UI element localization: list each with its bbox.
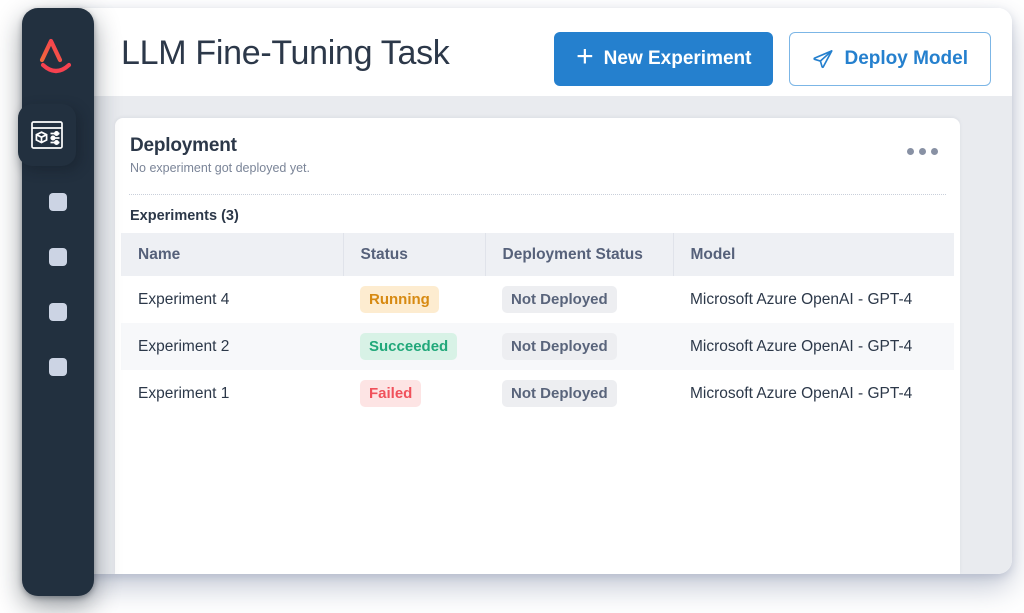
cell-name: Experiment 4 xyxy=(138,290,230,308)
status-badge: Running xyxy=(360,285,439,314)
paper-plane-icon xyxy=(812,48,834,70)
deployment-status-badge: Not Deployed xyxy=(502,379,617,408)
experiments-section-label: Experiments (3) xyxy=(130,208,239,224)
sidebar-item-4[interactable] xyxy=(49,358,67,376)
column-header-name[interactable]: Name xyxy=(121,233,344,276)
status-badge: Succeeded xyxy=(360,332,458,361)
table-body: Experiment 4 Running Not Deployed Micros… xyxy=(121,276,954,417)
sidebar-item-1[interactable] xyxy=(49,193,67,211)
table-row[interactable]: Experiment 4 Running Not Deployed Micros… xyxy=(121,276,954,323)
sidebar-item-2[interactable] xyxy=(49,248,67,266)
plus-icon: + xyxy=(576,40,594,73)
card-title: Deployment xyxy=(130,135,237,156)
table-header: Name Status Deployment Status Model xyxy=(121,233,954,276)
deploy-model-label: Deploy Model xyxy=(844,48,968,69)
sidebar-item-model-deployments[interactable] xyxy=(18,104,76,166)
cell-deployment-status: Not Deployed xyxy=(485,276,673,323)
deployment-status-badge: Not Deployed xyxy=(502,332,617,361)
sidebar-item-3[interactable] xyxy=(49,303,67,321)
cell-model: Microsoft Azure OpenAI - GPT-4 xyxy=(690,290,913,308)
deployment-status-badge: Not Deployed xyxy=(502,285,617,314)
cell-model: Microsoft Azure OpenAI - GPT-4 xyxy=(690,384,913,402)
ellipsis-icon[interactable] xyxy=(907,148,938,155)
cell-status: Succeeded xyxy=(343,323,485,370)
cell-status: Running xyxy=(343,276,485,323)
experiments-table: Name Status Deployment Status Model Expe… xyxy=(121,233,954,417)
new-experiment-label: New Experiment xyxy=(603,48,752,69)
app-window: LLM Fine-Tuning Task + New Experiment De… xyxy=(64,8,1012,574)
status-badge: Failed xyxy=(360,379,422,408)
table-header-row: Name Status Deployment Status Model xyxy=(121,233,954,276)
sidebar xyxy=(22,8,94,596)
app-root: LLM Fine-Tuning Task + New Experiment De… xyxy=(0,0,1024,613)
column-header-status[interactable]: Status xyxy=(343,233,486,276)
deploy-model-button[interactable]: Deploy Model xyxy=(789,32,991,86)
page-title: LLM Fine-Tuning Task xyxy=(121,34,450,72)
new-experiment-button[interactable]: + New Experiment xyxy=(554,32,774,86)
content-area: Deployment No experiment got deployed ye… xyxy=(64,96,1012,574)
card-header: Deployment No experiment got deployed ye… xyxy=(115,118,960,185)
app-logo xyxy=(22,26,94,88)
ellipsis-dot xyxy=(919,148,926,155)
card-subtitle: No experiment got deployed yet. xyxy=(130,161,310,175)
cell-deployment-status: Not Deployed xyxy=(485,370,673,417)
top-bar: LLM Fine-Tuning Task + New Experiment De… xyxy=(64,8,1012,96)
cell-name: Experiment 2 xyxy=(121,323,343,370)
window-cube-sliders-icon xyxy=(31,121,63,149)
column-header-model[interactable]: Model xyxy=(673,233,954,276)
ellipsis-dot xyxy=(931,148,938,155)
table-row[interactable]: Experiment 2 Succeeded Not Deployed Micr… xyxy=(121,323,954,370)
table-row[interactable]: Experiment 1 Failed Not Deployed Microso… xyxy=(121,370,954,417)
column-header-deployment-status[interactable]: Deployment Status xyxy=(485,233,674,276)
deployment-card: Deployment No experiment got deployed ye… xyxy=(115,118,960,574)
cell-model: Microsoft Azure OpenAI - GPT-4 xyxy=(673,323,954,370)
ai-logo-icon xyxy=(39,38,72,74)
cell-name: Experiment 1 xyxy=(138,384,230,402)
card-divider xyxy=(129,194,946,195)
cell-status: Failed xyxy=(343,370,485,417)
sidebar-nav xyxy=(22,193,94,413)
header-actions: + New Experiment Deploy Model xyxy=(554,32,991,86)
ellipsis-dot xyxy=(907,148,914,155)
cell-deployment-status: Not Deployed xyxy=(485,323,673,370)
